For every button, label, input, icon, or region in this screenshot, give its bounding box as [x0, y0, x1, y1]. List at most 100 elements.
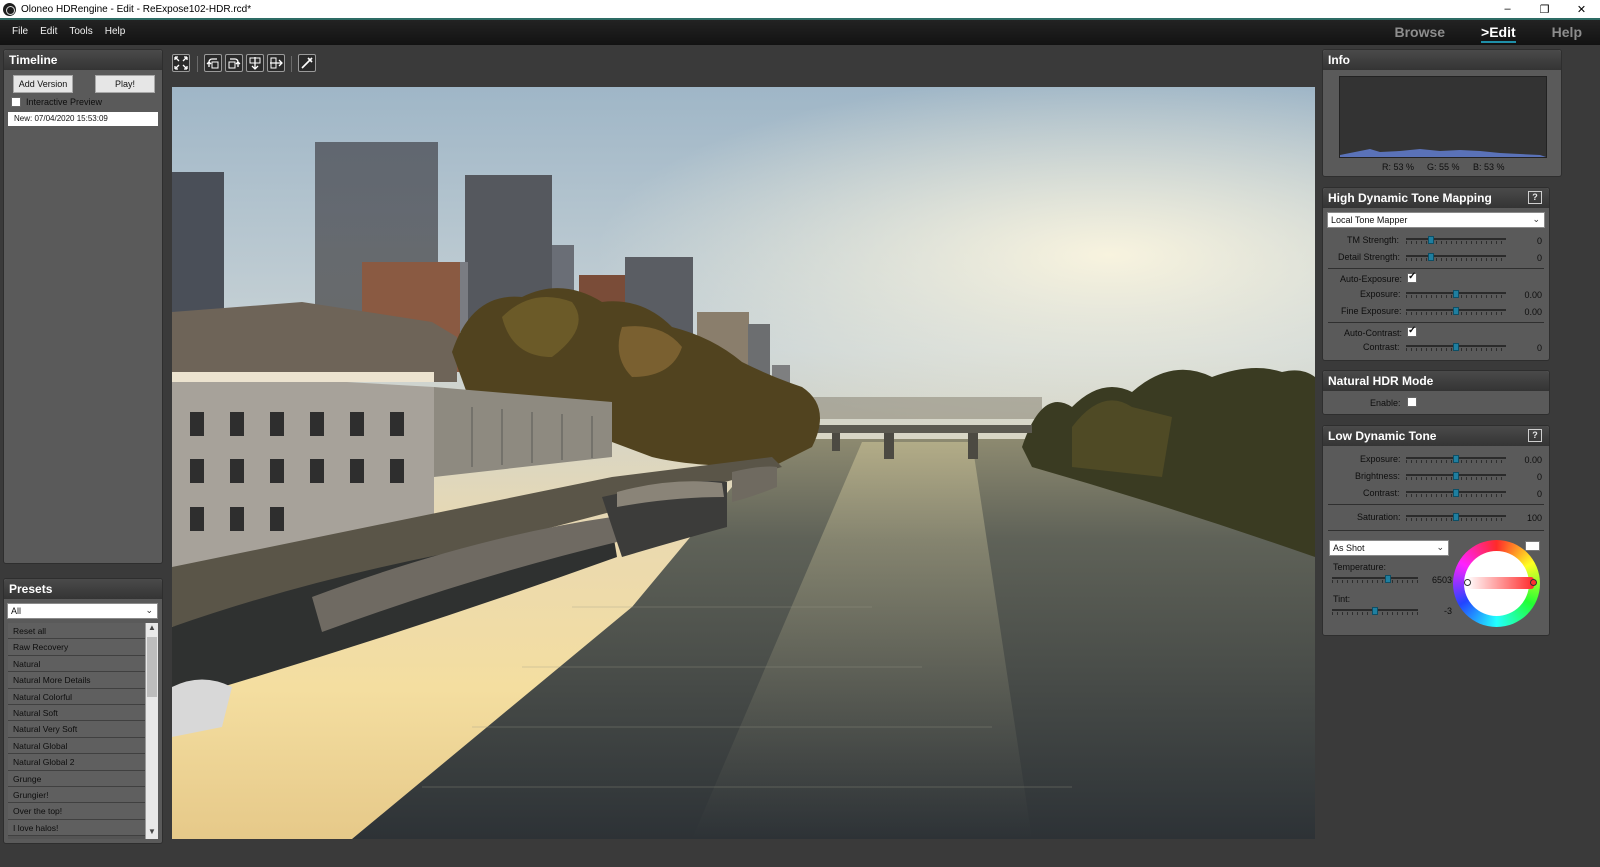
rotate-right-icon[interactable]: [225, 54, 243, 72]
ldt-contrast-value: 0: [1536, 489, 1542, 499]
menu-tools[interactable]: Tools: [64, 26, 99, 37]
interactive-preview-label: Interactive Preview: [26, 97, 103, 107]
brightness-value: 0: [1536, 472, 1542, 482]
tab-edit[interactable]: >Edit: [1481, 24, 1516, 43]
temperature-slider[interactable]: [1332, 574, 1418, 583]
presets-list: Reset all Raw Recovery Natural Natural M…: [8, 623, 145, 839]
add-version-button[interactable]: Add Version: [13, 75, 73, 93]
natural-hdr-enable-checkbox[interactable]: [1407, 397, 1417, 407]
detail-strength-value: 0: [1536, 253, 1542, 263]
preset-item[interactable]: Grunge: [8, 770, 145, 787]
preset-item[interactable]: Over the top!: [8, 803, 145, 820]
info-title: Info: [1323, 50, 1561, 70]
temperature-label: Temperature:: [1333, 562, 1387, 572]
tone-mapper-select[interactable]: Local Tone Mapper ⌄: [1327, 212, 1545, 228]
saturation-label: Saturation:: [1357, 512, 1401, 522]
window-title: Oloneo HDRengine - Edit - ReExpose102-HD…: [21, 3, 252, 15]
divider: [1328, 530, 1544, 531]
preset-item[interactable]: Natural Very Soft: [8, 721, 145, 738]
hdtm-help-icon[interactable]: ?: [1528, 191, 1542, 204]
brightness-label: Brightness:: [1355, 471, 1401, 481]
flip-horizontal-icon[interactable]: [267, 54, 285, 72]
tab-help[interactable]: Help: [1552, 24, 1582, 43]
preset-item[interactable]: Reset all: [8, 623, 145, 640]
slider-thumb[interactable]: [1453, 489, 1459, 497]
preset-item[interactable]: Natural Global: [8, 737, 145, 755]
fine-exposure-label: Fine Exposure:: [1341, 306, 1402, 316]
ldt-exposure-value: 0.00: [1524, 455, 1542, 465]
presets-filter-value: All: [11, 606, 22, 616]
preset-item[interactable]: Natural Colorful: [8, 688, 145, 705]
flip-vertical-icon[interactable]: [246, 54, 264, 72]
minimize-button[interactable]: –: [1489, 0, 1526, 18]
auto-exposure-checkbox[interactable]: [1407, 271, 1417, 283]
slider-thumb[interactable]: [1372, 607, 1378, 615]
image-preview[interactable]: [172, 87, 1315, 839]
tm-strength-slider[interactable]: [1406, 235, 1506, 244]
histogram-graph: [1340, 149, 1546, 157]
menu-bar: File Edit Tools Help Browse >Edit Help: [0, 18, 1600, 45]
color-wheel-handle-start[interactable]: [1464, 579, 1471, 586]
auto-contrast-checkbox[interactable]: [1407, 325, 1417, 337]
hdtm-title: High Dynamic Tone Mapping: [1323, 188, 1549, 208]
scroll-thumb[interactable]: [147, 637, 157, 697]
close-button[interactable]: ✕: [1563, 0, 1600, 18]
play-button[interactable]: Play!: [95, 75, 155, 93]
saturation-slider[interactable]: [1406, 512, 1506, 521]
slider-thumb[interactable]: [1428, 236, 1434, 244]
divider: [1328, 504, 1544, 505]
white-balance-select[interactable]: As Shot ⌄: [1329, 540, 1449, 556]
auto-exposure-label: Auto-Exposure:: [1340, 274, 1403, 284]
histogram: [1339, 76, 1547, 158]
toolbar-separator: [291, 56, 292, 72]
presets-title: Presets: [4, 579, 162, 599]
slider-thumb[interactable]: [1453, 513, 1459, 521]
brightness-slider[interactable]: [1406, 471, 1506, 480]
slider-thumb[interactable]: [1453, 290, 1459, 298]
b-readout: B: 53 %: [1473, 162, 1505, 172]
tint-slider[interactable]: [1332, 606, 1418, 615]
exposure-slider[interactable]: [1406, 289, 1506, 298]
detail-strength-slider[interactable]: [1406, 252, 1506, 261]
menu-file[interactable]: File: [7, 26, 35, 37]
ldt-contrast-slider[interactable]: [1406, 488, 1506, 497]
slider-thumb[interactable]: [1453, 343, 1459, 351]
toolbar-separator: [197, 56, 198, 72]
scroll-up-icon[interactable]: ▲: [146, 623, 158, 635]
tab-browse[interactable]: Browse: [1394, 24, 1445, 43]
ldt-exposure-slider[interactable]: [1406, 454, 1506, 463]
interactive-preview-checkbox[interactable]: [11, 97, 21, 107]
preset-item[interactable]: Natural More Details: [8, 672, 145, 689]
fit-to-window-icon[interactable]: [172, 54, 190, 72]
slider-thumb[interactable]: [1453, 455, 1459, 463]
restore-button[interactable]: ❐: [1526, 0, 1563, 18]
slider-thumb[interactable]: [1453, 307, 1459, 315]
preset-item[interactable]: Grungier!: [8, 786, 145, 804]
preset-item[interactable]: Natural Global 2: [8, 754, 145, 771]
menu-edit[interactable]: Edit: [35, 26, 64, 37]
exposure-label: Exposure:: [1360, 289, 1401, 299]
title-bar: Oloneo HDRengine - Edit - ReExpose102-HD…: [0, 0, 1600, 18]
color-wheel-handle-end[interactable]: [1530, 579, 1537, 586]
slider-thumb[interactable]: [1385, 575, 1391, 583]
preset-item[interactable]: Natural: [8, 655, 145, 673]
version-item[interactable]: New: 07/04/2020 15:53:09: [8, 112, 158, 126]
saturation-value: 100: [1526, 513, 1542, 523]
preset-item[interactable]: Natural Soft: [8, 704, 145, 722]
slider-thumb[interactable]: [1428, 253, 1434, 261]
detail-strength-label: Detail Strength:: [1338, 252, 1401, 262]
natural-hdr-title: Natural HDR Mode: [1323, 371, 1549, 391]
presets-scrollbar[interactable]: ▲ ▼: [145, 623, 158, 839]
color-picker-icon[interactable]: [298, 54, 316, 72]
menu-help[interactable]: Help: [100, 26, 133, 37]
presets-filter-select[interactable]: All ⌄: [7, 603, 158, 619]
fine-exposure-slider[interactable]: [1406, 306, 1506, 315]
preset-item[interactable]: I love halos!: [8, 819, 145, 837]
scroll-down-icon[interactable]: ▼: [146, 827, 158, 839]
slider-thumb[interactable]: [1453, 472, 1459, 480]
white-balance-picker[interactable]: [1525, 541, 1540, 551]
preset-item[interactable]: Raw Recovery: [8, 639, 145, 656]
contrast-slider[interactable]: [1406, 342, 1506, 351]
ldt-help-icon[interactable]: ?: [1528, 429, 1542, 442]
rotate-left-icon[interactable]: [204, 54, 222, 72]
